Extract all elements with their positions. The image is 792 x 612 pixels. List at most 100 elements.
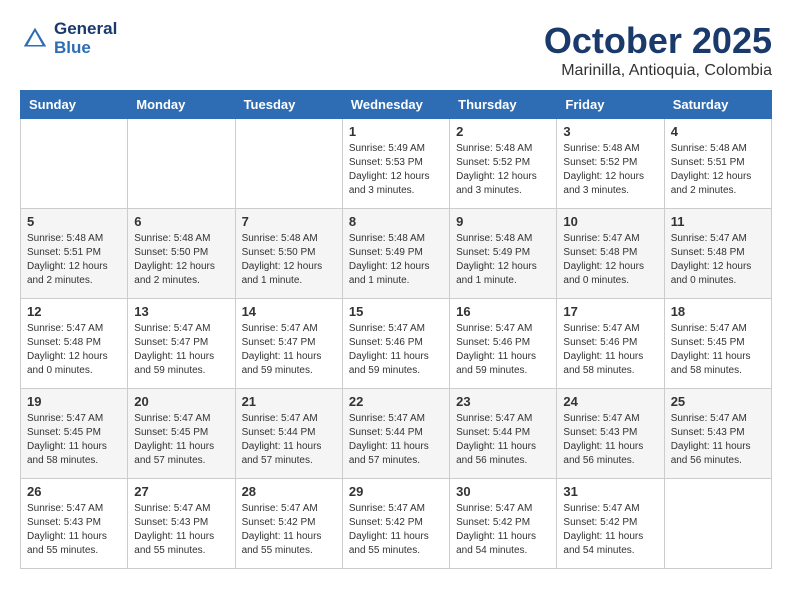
day-number: 31 [563, 484, 657, 499]
calendar-cell: 27 Sunrise: 5:47 AM Sunset: 5:43 PM Dayli… [128, 479, 235, 569]
calendar-cell: 14 Sunrise: 5:47 AM Sunset: 5:47 PM Dayli… [235, 299, 342, 389]
day-info: Sunrise: 5:47 AM Sunset: 5:42 PM Dayligh… [456, 502, 550, 558]
header: General Blue October 2025 Marinilla, Ant… [20, 20, 772, 80]
calendar-table: SundayMondayTuesdayWednesdayThursdayFrid… [20, 90, 772, 569]
week-row-3: 19 Sunrise: 5:47 AM Sunset: 5:45 PM Dayli… [21, 389, 772, 479]
day-info: Sunrise: 5:48 AM Sunset: 5:51 PM Dayligh… [27, 232, 121, 288]
day-number: 21 [242, 394, 336, 409]
calendar-cell [235, 119, 342, 209]
day-info: Sunrise: 5:47 AM Sunset: 5:43 PM Dayligh… [671, 412, 765, 468]
calendar-cell: 21 Sunrise: 5:47 AM Sunset: 5:44 PM Dayli… [235, 389, 342, 479]
weekday-header-sunday: Sunday [21, 91, 128, 119]
day-number: 2 [456, 124, 550, 139]
calendar-cell: 15Sunrise: 5:47 AM Sunset: 5:46 PM Dayli… [342, 299, 449, 389]
day-info: Sunrise: 5:48 AM Sunset: 5:50 PM Dayligh… [242, 232, 336, 288]
day-number: 20 [134, 394, 228, 409]
calendar-cell: 29 Sunrise: 5:47 AM Sunset: 5:42 PM Dayli… [342, 479, 449, 569]
calendar-cell: 6Sunrise: 5:48 AM Sunset: 5:50 PM Daylig… [128, 209, 235, 299]
day-info: Sunrise: 5:47 AM Sunset: 5:43 PM Dayligh… [563, 412, 657, 468]
day-info: Sunrise: 5:47 AM Sunset: 5:45 PM Dayligh… [134, 412, 228, 468]
week-row-4: 26 Sunrise: 5:47 AM Sunset: 5:43 PM Dayli… [21, 479, 772, 569]
calendar-cell: 4Sunrise: 5:48 AM Sunset: 5:51 PM Daylig… [664, 119, 771, 209]
day-number: 23 [456, 394, 550, 409]
day-info: Sunrise: 5:48 AM Sunset: 5:49 PM Dayligh… [349, 232, 443, 288]
calendar-cell: 25Sunrise: 5:47 AM Sunset: 5:43 PM Dayli… [664, 389, 771, 479]
day-number: 4 [671, 124, 765, 139]
calendar-cell [21, 119, 128, 209]
calendar-cell: 12 Sunrise: 5:47 AM Sunset: 5:48 PM Dayli… [21, 299, 128, 389]
day-info: Sunrise: 5:47 AM Sunset: 5:43 PM Dayligh… [27, 502, 121, 558]
logo-icon [20, 24, 50, 54]
day-number: 12 [27, 304, 121, 319]
calendar-cell: 20 Sunrise: 5:47 AM Sunset: 5:45 PM Dayli… [128, 389, 235, 479]
day-number: 19 [27, 394, 121, 409]
day-info: Sunrise: 5:47 AM Sunset: 5:46 PM Dayligh… [563, 322, 657, 378]
day-info: Sunrise: 5:48 AM Sunset: 5:50 PM Dayligh… [134, 232, 228, 288]
logo: General Blue [20, 20, 117, 57]
calendar-cell [128, 119, 235, 209]
day-number: 5 [27, 214, 121, 229]
day-info: Sunrise: 5:48 AM Sunset: 5:52 PM Dayligh… [563, 142, 657, 198]
day-info: Sunrise: 5:48 AM Sunset: 5:49 PM Dayligh… [456, 232, 550, 288]
weekday-header-saturday: Saturday [664, 91, 771, 119]
day-number: 3 [563, 124, 657, 139]
day-number: 27 [134, 484, 228, 499]
day-info: Sunrise: 5:47 AM Sunset: 5:42 PM Dayligh… [563, 502, 657, 558]
calendar-cell: 18Sunrise: 5:47 AM Sunset: 5:45 PM Dayli… [664, 299, 771, 389]
day-number: 26 [27, 484, 121, 499]
day-info: Sunrise: 5:47 AM Sunset: 5:45 PM Dayligh… [27, 412, 121, 468]
day-info: Sunrise: 5:48 AM Sunset: 5:52 PM Dayligh… [456, 142, 550, 198]
day-info: Sunrise: 5:49 AM Sunset: 5:53 PM Dayligh… [349, 142, 443, 198]
calendar-cell: 16Sunrise: 5:47 AM Sunset: 5:46 PM Dayli… [450, 299, 557, 389]
day-info: Sunrise: 5:47 AM Sunset: 5:48 PM Dayligh… [27, 322, 121, 378]
day-info: Sunrise: 5:47 AM Sunset: 5:46 PM Dayligh… [456, 322, 550, 378]
day-info: Sunrise: 5:47 AM Sunset: 5:42 PM Dayligh… [349, 502, 443, 558]
weekday-header-row: SundayMondayTuesdayWednesdayThursdayFrid… [21, 91, 772, 119]
day-number: 17 [563, 304, 657, 319]
day-info: Sunrise: 5:47 AM Sunset: 5:43 PM Dayligh… [134, 502, 228, 558]
calendar-cell: 28 Sunrise: 5:47 AM Sunset: 5:42 PM Dayli… [235, 479, 342, 569]
day-number: 14 [242, 304, 336, 319]
logo-text: General Blue [54, 20, 117, 57]
day-info: Sunrise: 5:47 AM Sunset: 5:44 PM Dayligh… [349, 412, 443, 468]
day-info: Sunrise: 5:47 AM Sunset: 5:42 PM Dayligh… [242, 502, 336, 558]
calendar-cell: 23 Sunrise: 5:47 AM Sunset: 5:44 PM Dayli… [450, 389, 557, 479]
title-area: October 2025 Marinilla, Antioquia, Colom… [544, 20, 772, 80]
day-info: Sunrise: 5:47 AM Sunset: 5:47 PM Dayligh… [242, 322, 336, 378]
day-number: 8 [349, 214, 443, 229]
month-title: October 2025 [544, 20, 772, 62]
day-info: Sunrise: 5:47 AM Sunset: 5:48 PM Dayligh… [563, 232, 657, 288]
calendar-cell: 13 Sunrise: 5:47 AM Sunset: 5:47 PM Dayli… [128, 299, 235, 389]
day-info: Sunrise: 5:47 AM Sunset: 5:44 PM Dayligh… [456, 412, 550, 468]
day-number: 7 [242, 214, 336, 229]
calendar-cell: 11 Sunrise: 5:47 AM Sunset: 5:48 PM Dayli… [664, 209, 771, 299]
day-info: Sunrise: 5:47 AM Sunset: 5:47 PM Dayligh… [134, 322, 228, 378]
calendar-cell: 26 Sunrise: 5:47 AM Sunset: 5:43 PM Dayli… [21, 479, 128, 569]
calendar-cell: 19 Sunrise: 5:47 AM Sunset: 5:45 PM Dayli… [21, 389, 128, 479]
day-number: 1 [349, 124, 443, 139]
day-number: 30 [456, 484, 550, 499]
week-row-1: 5 Sunrise: 5:48 AM Sunset: 5:51 PM Daylig… [21, 209, 772, 299]
calendar-cell [664, 479, 771, 569]
day-number: 15 [349, 304, 443, 319]
week-row-0: 1 Sunrise: 5:49 AM Sunset: 5:53 PM Daylig… [21, 119, 772, 209]
weekday-header-wednesday: Wednesday [342, 91, 449, 119]
day-number: 22 [349, 394, 443, 409]
calendar-cell: 24Sunrise: 5:47 AM Sunset: 5:43 PM Dayli… [557, 389, 664, 479]
weekday-header-friday: Friday [557, 91, 664, 119]
day-number: 28 [242, 484, 336, 499]
calendar-cell: 31 Sunrise: 5:47 AM Sunset: 5:42 PM Dayli… [557, 479, 664, 569]
day-number: 9 [456, 214, 550, 229]
calendar-cell: 5 Sunrise: 5:48 AM Sunset: 5:51 PM Daylig… [21, 209, 128, 299]
calendar-cell: 3 Sunrise: 5:48 AM Sunset: 5:52 PM Daylig… [557, 119, 664, 209]
day-info: Sunrise: 5:47 AM Sunset: 5:44 PM Dayligh… [242, 412, 336, 468]
day-number: 29 [349, 484, 443, 499]
day-info: Sunrise: 5:47 AM Sunset: 5:48 PM Dayligh… [671, 232, 765, 288]
day-number: 11 [671, 214, 765, 229]
day-number: 18 [671, 304, 765, 319]
day-number: 13 [134, 304, 228, 319]
calendar-cell: 22 Sunrise: 5:47 AM Sunset: 5:44 PM Dayli… [342, 389, 449, 479]
calendar-cell: 2 Sunrise: 5:48 AM Sunset: 5:52 PM Daylig… [450, 119, 557, 209]
day-number: 10 [563, 214, 657, 229]
week-row-2: 12 Sunrise: 5:47 AM Sunset: 5:48 PM Dayli… [21, 299, 772, 389]
